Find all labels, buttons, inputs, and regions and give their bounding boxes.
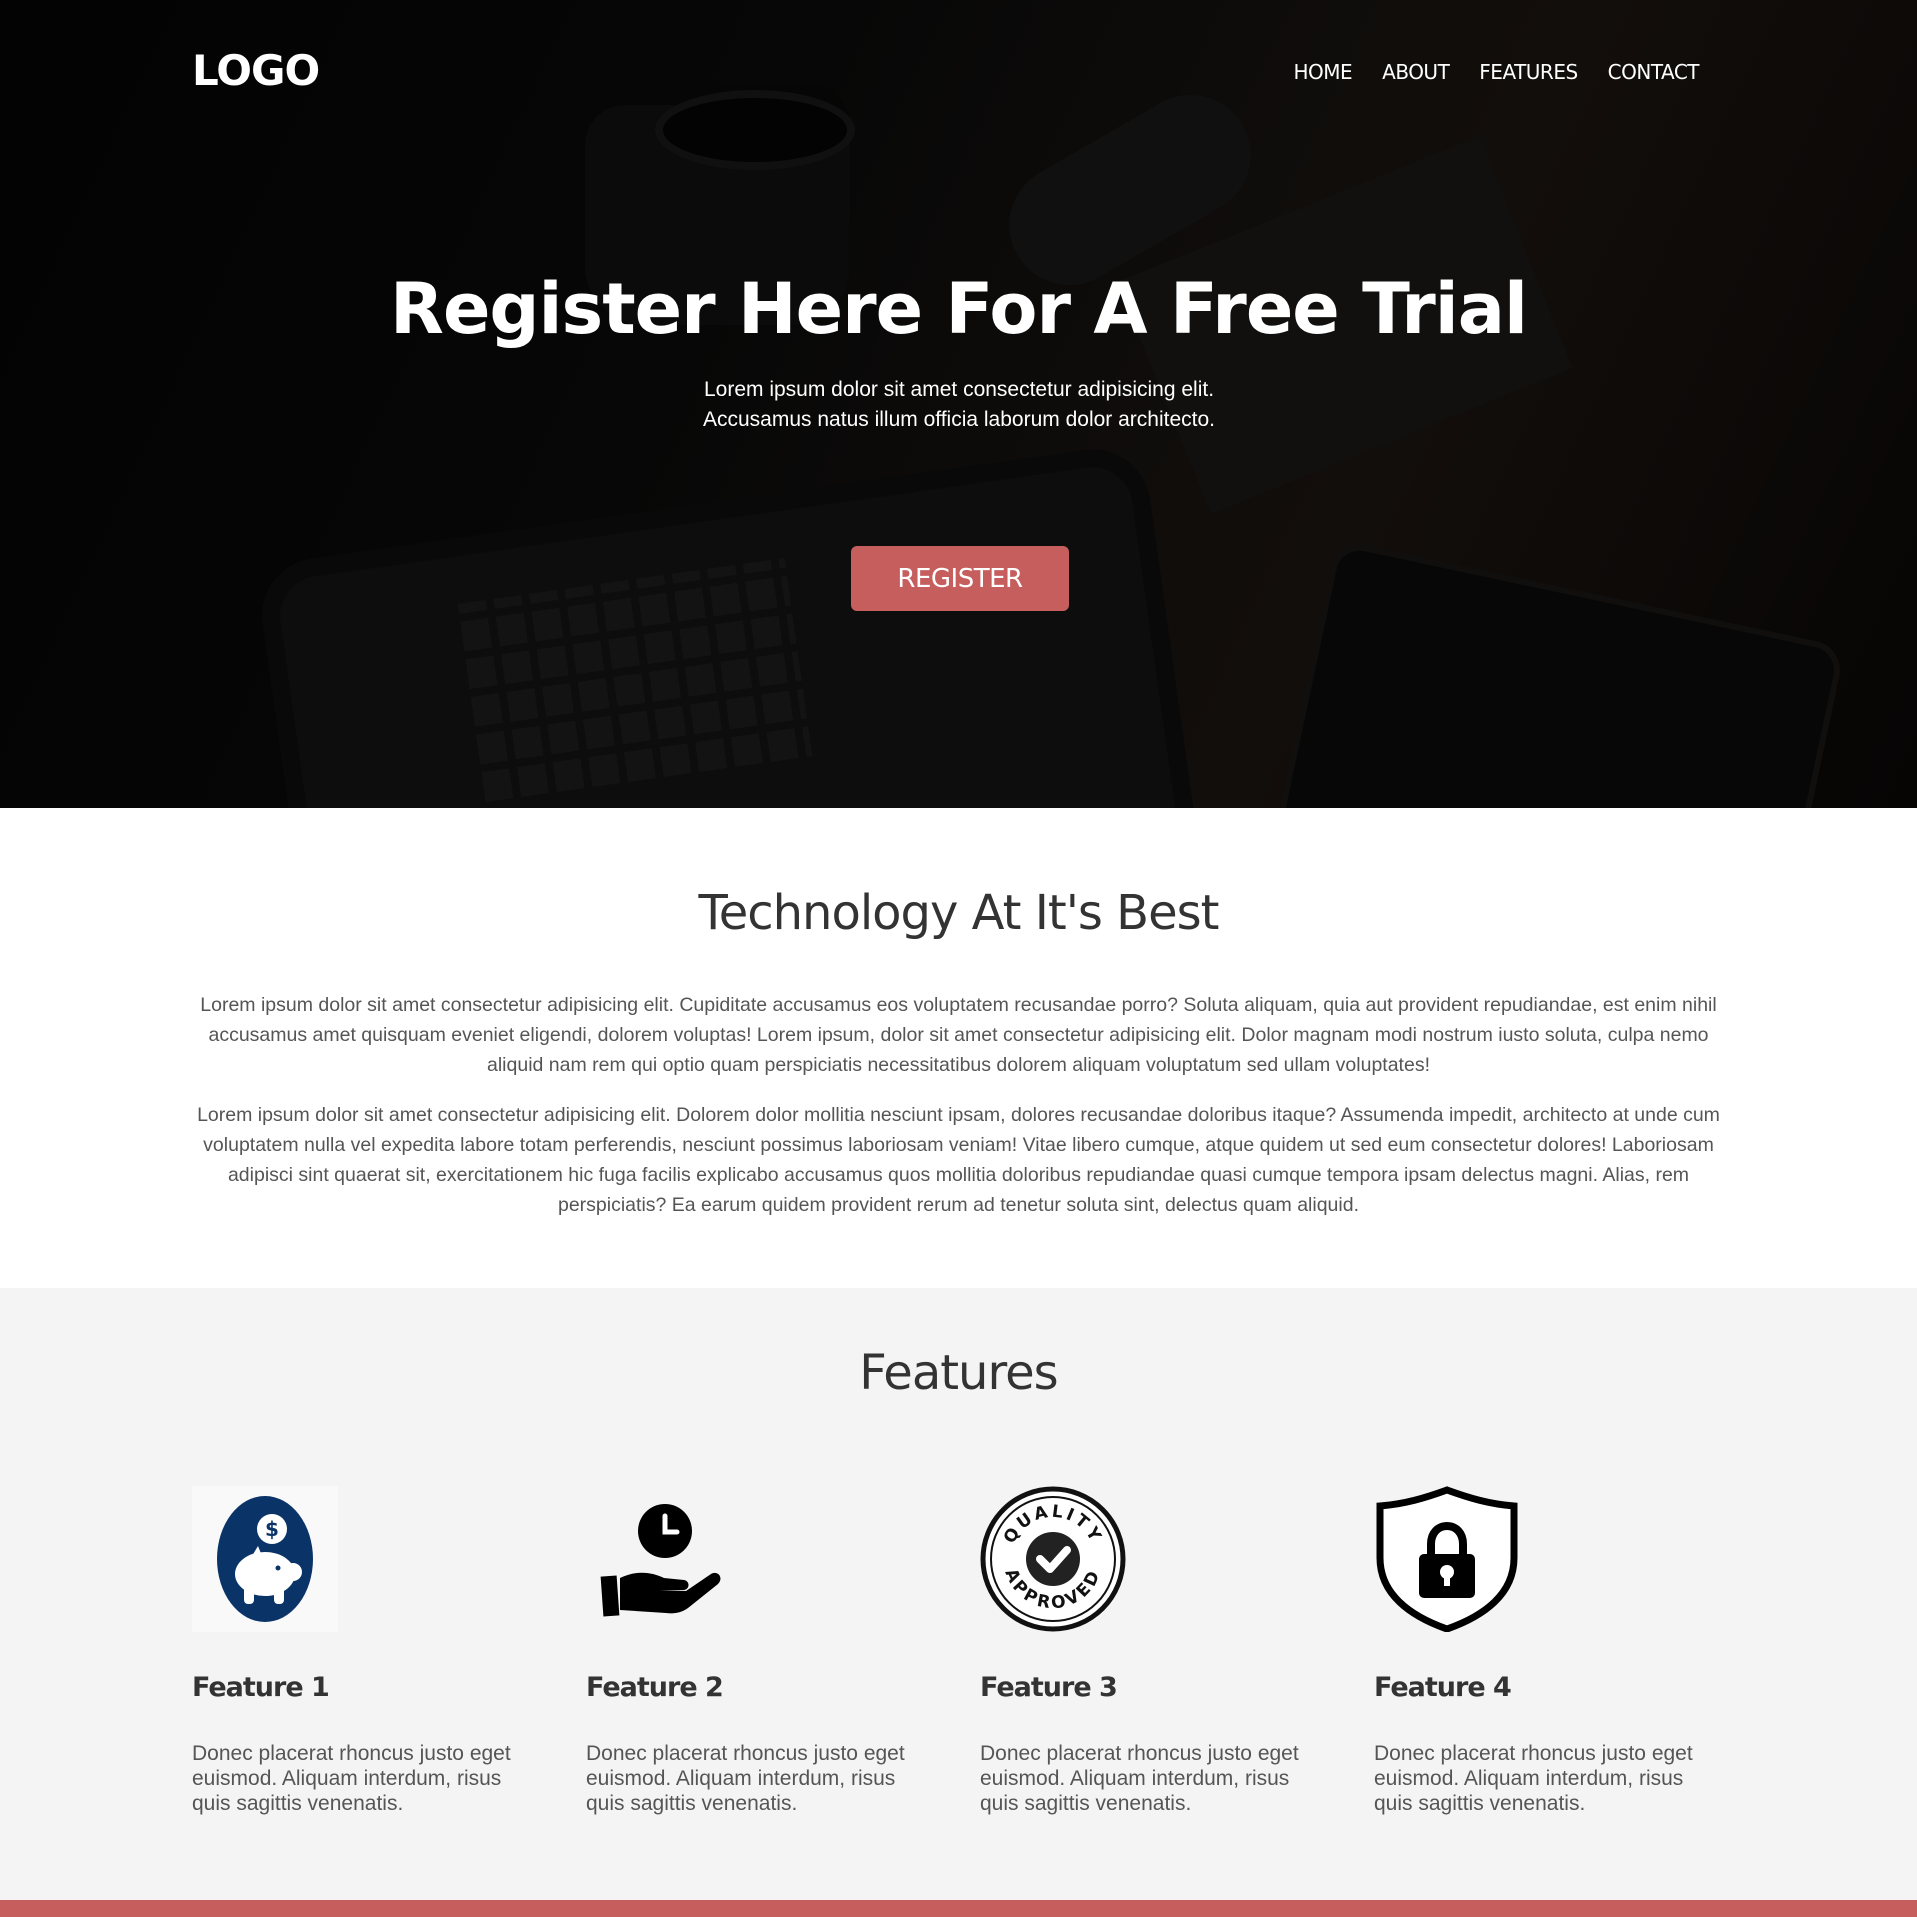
feature-card-4: Feature 4 Donec placerat rhoncus justo e… bbox=[1374, 1486, 1719, 1816]
technology-paragraph-2: Lorem ipsum dolor sit amet consectetur a… bbox=[197, 1104, 1720, 1216]
nav-features[interactable]: FEATURES bbox=[1479, 60, 1578, 84]
hero-background-phone bbox=[1274, 539, 1846, 808]
nav-about[interactable]: ABOUT bbox=[1382, 60, 1450, 84]
register-button[interactable]: REGISTER bbox=[851, 546, 1069, 611]
feature-2-title: Feature 2 bbox=[586, 1672, 724, 1703]
feature-card-1: $ Feature 1 Donec placerat rhoncus justo… bbox=[192, 1486, 537, 1816]
hero-background-mug-top bbox=[655, 90, 855, 170]
piggy-bank-icon: $ bbox=[192, 1486, 338, 1632]
quality-approved-icon: QUALITY APPROVED bbox=[980, 1486, 1126, 1632]
feature-2-text: Donec placerat rhoncus justo eget euismo… bbox=[586, 1742, 905, 1815]
features-title: Features bbox=[859, 1345, 1058, 1401]
hero-text: Lorem ipsum dolor sit amet consectetur a… bbox=[703, 378, 1216, 431]
footer-bar bbox=[0, 1900, 1917, 1917]
hand-clock-icon bbox=[600, 1504, 721, 1617]
logo[interactable]: LOGO bbox=[192, 46, 320, 95]
feature-card-2: Feature 2 Donec placerat rhoncus justo e… bbox=[586, 1486, 931, 1816]
technology-section: Technology At It's Best Lorem ipsum dolo… bbox=[0, 808, 1917, 1288]
svg-text:$: $ bbox=[265, 1517, 279, 1541]
shield-lock-icon bbox=[1376, 1486, 1518, 1632]
technology-title: Technology At It's Best bbox=[698, 885, 1220, 941]
feature-1-title: Feature 1 bbox=[192, 1672, 330, 1703]
main-nav: HOME ABOUT FEATURES CONTACT bbox=[1293, 60, 1699, 84]
nav-contact[interactable]: CONTACT bbox=[1608, 60, 1700, 84]
feature-3-text: Donec placerat rhoncus justo eget euismo… bbox=[980, 1742, 1299, 1815]
feature-3-title: Feature 3 bbox=[980, 1672, 1118, 1703]
feature-4-text: Donec placerat rhoncus justo eget euismo… bbox=[1374, 1742, 1693, 1815]
features-section: Features $ Feature 1 Donec placerat rhon… bbox=[0, 1288, 1917, 1900]
nav-home[interactable]: HOME bbox=[1293, 60, 1352, 84]
hero-section: LOGO HOME ABOUT FEATURES CONTACT Registe… bbox=[0, 0, 1917, 808]
feature-card-3: QUALITY APPROVED Feature 3 Donec placera… bbox=[980, 1486, 1325, 1816]
feature-4-title: Feature 4 bbox=[1374, 1672, 1512, 1703]
feature-1-text: Donec placerat rhoncus justo eget euismo… bbox=[192, 1742, 511, 1815]
hero-title: Register Here For A Free Trial bbox=[390, 268, 1528, 350]
hero-background-keyboard bbox=[457, 558, 813, 802]
technology-paragraph-1: Lorem ipsum dolor sit amet consectetur a… bbox=[200, 994, 1717, 1076]
hero-background-laptop bbox=[274, 462, 1186, 808]
